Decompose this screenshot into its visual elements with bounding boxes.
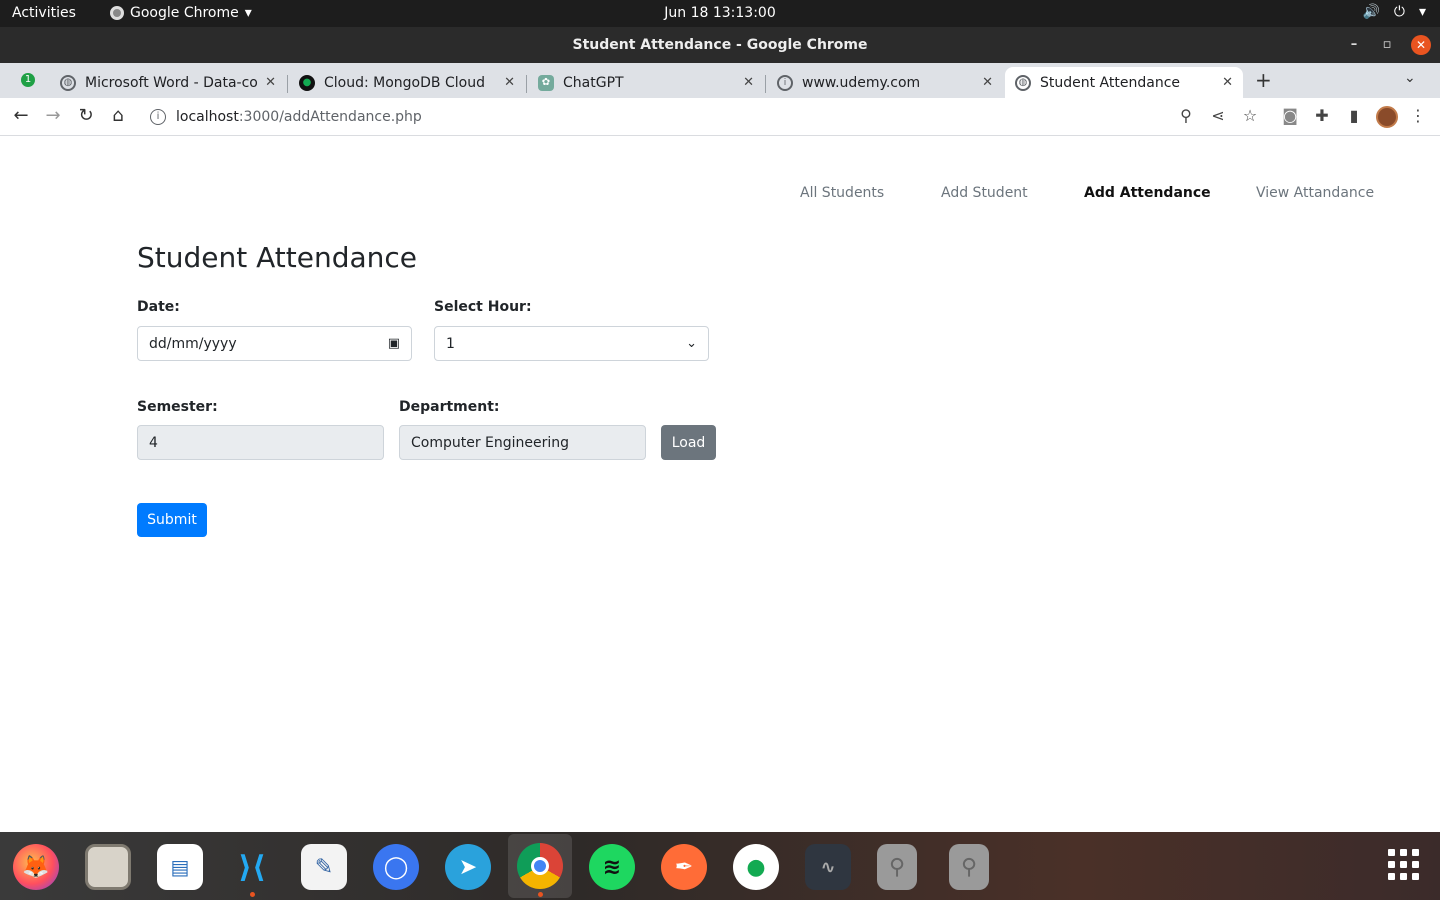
spotify-icon[interactable]: ≋ — [589, 844, 635, 890]
zoom-icon[interactable]: ⚲ — [1176, 106, 1196, 125]
tab-label: Microsoft Word - Data-cor — [85, 74, 260, 91]
close-tab-icon[interactable]: ✕ — [265, 75, 276, 90]
calendar-icon[interactable]: ▣ — [388, 336, 400, 351]
hour-select[interactable]: 1 ⌄ — [434, 326, 709, 361]
maximize-button[interactable]: ▫ — [1377, 35, 1397, 55]
firefox-icon[interactable]: 🦊 — [13, 844, 59, 890]
extensions-puzzle-icon[interactable]: ✚ — [1312, 106, 1332, 125]
running-indicator — [250, 892, 255, 897]
globe-icon: ◍ — [1015, 74, 1031, 91]
url-path: :3000/addAttendance.php — [238, 109, 422, 125]
hour-label: Select Hour: — [434, 299, 532, 315]
caret-down-icon: ▾ — [1418, 4, 1426, 20]
tab-label: www.udemy.com — [802, 74, 921, 91]
system-tray[interactable]: 🔊 ⏻ ▾ — [1362, 4, 1426, 20]
tab-search-chevron-icon[interactable]: ⌄ — [1404, 70, 1416, 86]
back-arrow-icon[interactable]: ← — [10, 105, 32, 126]
hour-select-value: 1 — [446, 335, 455, 352]
chrome-icon[interactable] — [508, 834, 572, 898]
ubuntu-dock: 🦊 ▤ ⟩⟨ ✎ ◯ ➤ ≋ ✒ ● ∿ ⚲ ⚲ — [0, 832, 1440, 900]
volume-icon: 🔊 — [1362, 4, 1380, 20]
close-tab-icon[interactable]: ✕ — [982, 75, 993, 90]
tab-mongodb-cloud[interactable]: ● Cloud: MongoDB Cloud ✕ — [289, 67, 525, 98]
tab-chatgpt[interactable]: ✿ ChatGPT ✕ — [528, 67, 764, 98]
nav-view-attendance[interactable]: View Attandance — [1256, 185, 1374, 201]
chevron-down-icon: ⌄ — [686, 336, 697, 351]
address-bar[interactable]: i localhost:3000/addAttendance.php — [140, 102, 1240, 132]
activities-button[interactable]: Activities — [12, 5, 76, 21]
url-host: localhost — [176, 109, 239, 125]
minimize-button[interactable]: – — [1344, 35, 1364, 55]
close-tab-icon[interactable]: ✕ — [504, 75, 515, 90]
telegram-icon[interactable]: ➤ — [445, 844, 491, 890]
nav-add-student[interactable]: Add Student — [941, 185, 1028, 201]
tab-group-badge[interactable]: 1 — [21, 73, 35, 87]
submit-button[interactable]: Submit — [137, 503, 207, 537]
files-icon[interactable] — [85, 844, 131, 890]
home-icon[interactable]: ⌂ — [107, 105, 129, 126]
app-menu[interactable]: Google Chrome ▾ — [110, 5, 252, 21]
power-icon: ⏻ — [1393, 4, 1405, 20]
page-content: All Students Add Student Add Attendance … — [0, 137, 1440, 832]
tab-student-attendance[interactable]: ◍ Student Attendance ✕ — [1005, 67, 1243, 98]
chatgpt-icon: ✿ — [538, 74, 554, 91]
running-indicator — [538, 892, 543, 897]
vscode-icon[interactable]: ⟩⟨ — [229, 844, 275, 890]
nav-add-attendance[interactable]: Add Attendance — [1084, 185, 1211, 201]
tab-microsoft-word[interactable]: ◍ Microsoft Word - Data-cor ✕ — [50, 67, 286, 98]
page-title: Student Attendance — [137, 241, 418, 274]
usb-drive-icon[interactable]: ⚲ — [877, 844, 917, 890]
chrome-icon — [110, 6, 124, 20]
close-window-button[interactable]: ✕ — [1411, 35, 1431, 55]
tab-label: ChatGPT — [563, 74, 624, 91]
bookmark-star-icon[interactable]: ☆ — [1240, 106, 1260, 125]
tab-udemy[interactable]: i www.udemy.com ✕ — [767, 67, 1003, 98]
libreoffice-writer-icon[interactable]: ▤ — [157, 844, 203, 890]
app-menu-label: Google Chrome — [130, 5, 239, 21]
forward-arrow-icon[interactable]: → — [42, 105, 64, 126]
semester-value: 4 — [149, 434, 158, 451]
date-label: Date: — [137, 299, 180, 315]
close-tab-icon[interactable]: ✕ — [1222, 75, 1233, 90]
department-value: Computer Engineering — [411, 434, 570, 451]
system-monitor-icon[interactable]: ∿ — [805, 844, 851, 890]
tab-label: Student Attendance — [1040, 74, 1181, 91]
screenshot-camera-icon[interactable]: ◙ — [1280, 106, 1300, 125]
semester-label: Semester: — [137, 399, 218, 415]
system-top-bar: Activities Google Chrome ▾ Jun 18 13:13:… — [0, 0, 1440, 27]
close-tab-icon[interactable]: ✕ — [743, 75, 754, 90]
load-button[interactable]: Load — [661, 425, 716, 460]
mongodb-compass-icon[interactable]: ● — [733, 844, 779, 890]
tab-strip: 1 ◍ Microsoft Word - Data-cor ✕ ● Cloud:… — [0, 63, 1440, 98]
date-input[interactable]: dd/mm/yyyy ▣ — [137, 326, 412, 361]
menu-kebab-icon[interactable]: ⋮ — [1408, 106, 1428, 125]
info-icon: i — [777, 74, 793, 91]
department-label: Department: — [399, 399, 500, 415]
semester-input[interactable]: 4 — [137, 425, 384, 460]
mongodb-leaf-icon: ● — [299, 74, 315, 91]
profile-avatar[interactable] — [1376, 106, 1398, 128]
window-title: Student Attendance - Google Chrome — [572, 37, 868, 53]
site-info-icon[interactable]: i — [150, 109, 166, 125]
date-input-value: dd/mm/yyyy — [149, 335, 237, 352]
show-applications-icon[interactable] — [1388, 849, 1420, 881]
new-tab-button[interactable]: + — [1255, 68, 1272, 92]
nav-all-students[interactable]: All Students — [800, 185, 884, 201]
window-titlebar: Student Attendance - Google Chrome – ▫ ✕ — [0, 27, 1440, 63]
side-panel-icon[interactable]: ▮ — [1344, 106, 1364, 125]
signal-icon[interactable]: ◯ — [373, 844, 419, 890]
text-editor-icon[interactable]: ✎ — [301, 844, 347, 890]
tab-label: Cloud: MongoDB Cloud — [324, 74, 485, 91]
department-input[interactable]: Computer Engineering — [399, 425, 646, 460]
postman-icon[interactable]: ✒ — [661, 844, 707, 890]
browser-toolbar: ← → ↻ ⌂ i localhost:3000/addAttendance.p… — [0, 98, 1440, 136]
share-icon[interactable]: ⋖ — [1208, 106, 1228, 125]
reload-icon[interactable]: ↻ — [75, 105, 97, 126]
caret-down-icon: ▾ — [244, 5, 252, 21]
globe-icon: ◍ — [60, 74, 76, 91]
usb-drive-icon[interactable]: ⚲ — [949, 844, 989, 890]
